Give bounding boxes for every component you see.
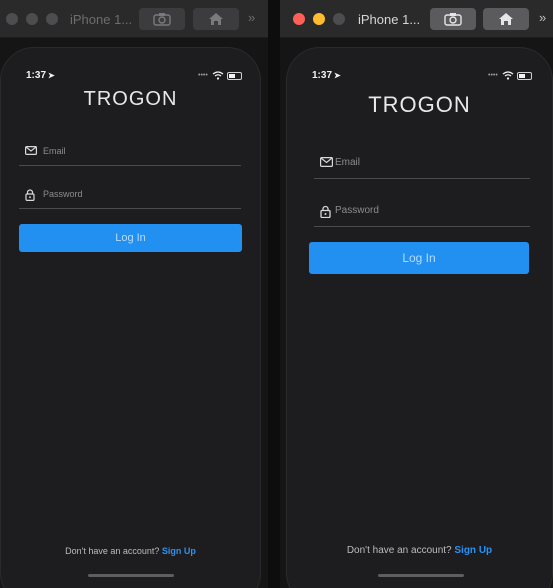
camera-icon bbox=[153, 13, 171, 26]
password-placeholder: Password bbox=[335, 205, 379, 216]
minimize-window-button[interactable] bbox=[26, 13, 38, 25]
signup-prompt: Don't have an account? Sign Up bbox=[1, 546, 260, 556]
mail-icon bbox=[320, 157, 333, 167]
status-time: 1:37 ➤ bbox=[26, 70, 55, 81]
window-title: iPhone 1... bbox=[70, 12, 133, 27]
app-logo: TROGON bbox=[83, 88, 178, 110]
screenshot-button[interactable] bbox=[139, 8, 185, 30]
signup-prompt: Don't have an account? Sign Up bbox=[287, 545, 552, 556]
email-placeholder: Email bbox=[43, 146, 66, 156]
signup-prompt-text: Don't have an account? bbox=[65, 546, 160, 556]
email-placeholder: Email bbox=[335, 157, 361, 168]
lock-icon bbox=[25, 189, 35, 201]
location-icon: ➤ bbox=[48, 71, 55, 80]
close-window-button[interactable] bbox=[293, 13, 305, 25]
zoom-window-button[interactable] bbox=[46, 13, 58, 25]
app-logo: TROGON bbox=[368, 92, 471, 117]
home-icon bbox=[209, 13, 223, 25]
screenshot-button[interactable] bbox=[430, 8, 476, 30]
home-button[interactable] bbox=[483, 8, 529, 30]
close-window-button[interactable] bbox=[6, 13, 18, 25]
home-icon bbox=[499, 13, 513, 25]
simulator-window-left: iPhone 1... » 1:37 ➤ •••• TROGON Email Pa… bbox=[0, 0, 268, 588]
zoom-window-button[interactable] bbox=[333, 13, 345, 25]
login-button[interactable]: Log In bbox=[19, 224, 242, 252]
lock-icon bbox=[320, 205, 331, 218]
window-titlebar: iPhone 1... » bbox=[0, 0, 268, 38]
wifi-icon bbox=[502, 71, 514, 80]
password-placeholder: Password bbox=[43, 189, 83, 199]
minimize-window-button[interactable] bbox=[313, 13, 325, 25]
signup-link[interactable]: Sign Up bbox=[162, 546, 196, 556]
home-button[interactable] bbox=[193, 8, 239, 30]
password-field[interactable]: Password bbox=[314, 200, 530, 227]
camera-icon bbox=[444, 13, 462, 26]
signal-icon: •••• bbox=[488, 72, 498, 79]
login-button[interactable]: Log In bbox=[309, 242, 529, 274]
status-bar: 1:37 ➤ •••• bbox=[1, 70, 260, 84]
signup-link[interactable]: Sign Up bbox=[454, 545, 492, 556]
email-field[interactable]: Email bbox=[19, 142, 241, 166]
toolbar-overflow-button[interactable]: » bbox=[539, 10, 546, 25]
toolbar-overflow-button[interactable]: » bbox=[248, 10, 255, 25]
email-field[interactable]: Email bbox=[314, 152, 530, 179]
window-titlebar: iPhone 1... » bbox=[280, 0, 553, 38]
window-title: iPhone 1... bbox=[358, 12, 421, 27]
home-indicator[interactable] bbox=[378, 574, 464, 577]
battery-icon bbox=[517, 72, 532, 80]
battery-icon bbox=[227, 72, 242, 80]
status-time: 1:37 ➤ bbox=[312, 70, 341, 81]
status-bar: 1:37 ➤ •••• bbox=[287, 70, 552, 84]
home-indicator[interactable] bbox=[88, 574, 174, 577]
location-icon: ➤ bbox=[334, 71, 341, 80]
password-field[interactable]: Password bbox=[19, 185, 241, 209]
iphone-screen: 1:37 ➤ •••• TROGON Email Password Log In … bbox=[0, 47, 261, 588]
wifi-icon bbox=[212, 71, 224, 80]
simulator-window-right: iPhone 1... » 1:37 ➤ •••• TROGON Email Pa… bbox=[280, 0, 553, 588]
mail-icon bbox=[25, 146, 37, 155]
window-gap bbox=[268, 0, 280, 588]
signup-prompt-text: Don't have an account? bbox=[346, 545, 452, 556]
signal-icon: •••• bbox=[198, 72, 208, 79]
iphone-screen: 1:37 ➤ •••• TROGON Email Password Log In … bbox=[286, 47, 553, 588]
